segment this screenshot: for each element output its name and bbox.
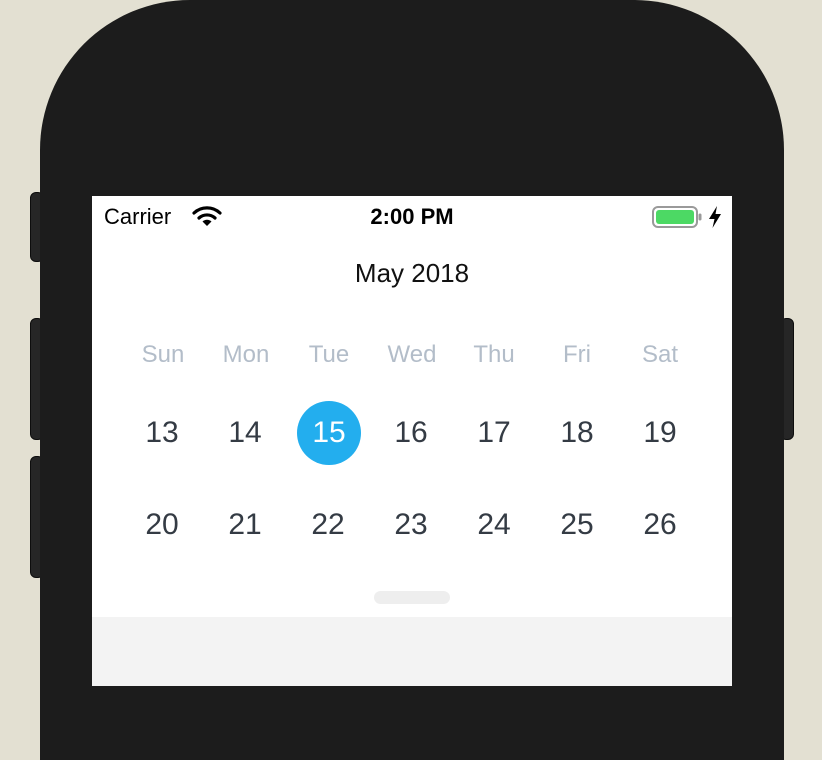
calendar-drag-handle[interactable] bbox=[374, 591, 450, 604]
day-24[interactable]: 24 bbox=[462, 493, 526, 557]
battery-icon bbox=[652, 206, 702, 228]
day-22[interactable]: 22 bbox=[296, 493, 360, 557]
day-19[interactable]: 19 bbox=[628, 401, 692, 465]
weekday-thu: Thu bbox=[473, 341, 515, 368]
weekday-tue: Tue bbox=[308, 341, 350, 368]
day-16[interactable]: 16 bbox=[379, 401, 443, 465]
phone-screen: Carrier 2:00 PM May 2018 Sun Mon Tue Wed… bbox=[92, 196, 732, 686]
charging-icon bbox=[709, 206, 721, 228]
weekday-fri: Fri bbox=[563, 341, 591, 368]
weekday-sat: Sat bbox=[641, 341, 679, 368]
day-20[interactable]: 20 bbox=[130, 493, 194, 557]
weekday-sun: Sun bbox=[141, 341, 185, 368]
content-area bbox=[92, 617, 732, 686]
status-time: 2:00 PM bbox=[370, 204, 454, 229]
day-26[interactable]: 26 bbox=[628, 493, 692, 557]
day-13[interactable]: 13 bbox=[130, 401, 194, 465]
day-17[interactable]: 17 bbox=[462, 401, 526, 465]
status-bar: Carrier 2:00 PM bbox=[92, 196, 732, 236]
day-15-selected[interactable]: 15 bbox=[297, 401, 361, 465]
day-14[interactable]: 14 bbox=[213, 401, 277, 465]
month-title: May 2018 bbox=[354, 258, 470, 288]
day-25[interactable]: 25 bbox=[545, 493, 609, 557]
weekday-mon: Mon bbox=[222, 341, 270, 368]
weekday-wed: Wed bbox=[387, 341, 437, 368]
day-18[interactable]: 18 bbox=[545, 401, 609, 465]
day-23[interactable]: 23 bbox=[379, 493, 443, 557]
day-21[interactable]: 21 bbox=[213, 493, 277, 557]
